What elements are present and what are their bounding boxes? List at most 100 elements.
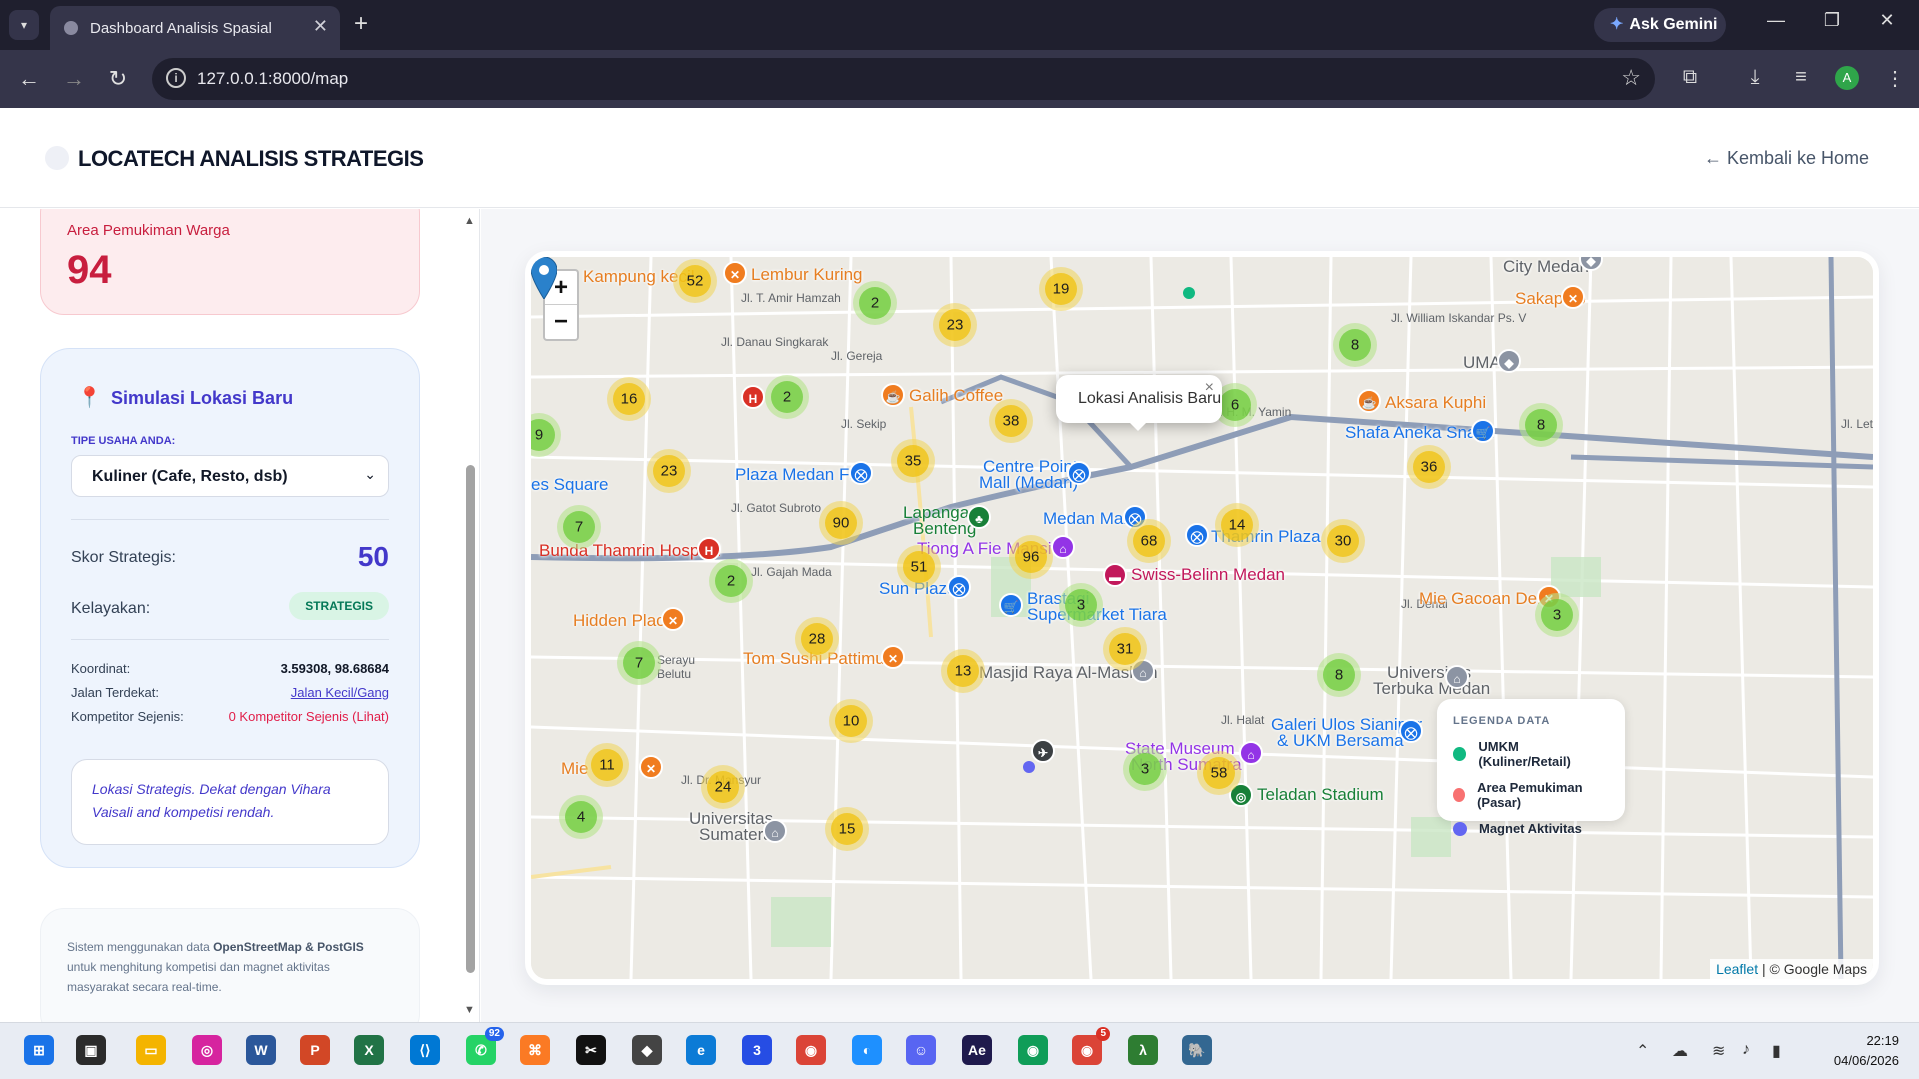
- mall-icon[interactable]: ⛒: [1067, 461, 1091, 485]
- cluster-marker[interactable]: 2: [709, 559, 753, 603]
- cluster-marker[interactable]: 3: [1535, 593, 1579, 637]
- css-icon[interactable]: 3: [742, 1035, 772, 1065]
- school-icon[interactable]: ⌂: [763, 819, 787, 843]
- shopping-cart-icon[interactable]: 🛒: [1471, 419, 1495, 443]
- cluster-marker[interactable]: 10: [829, 699, 873, 743]
- restaurant-icon[interactable]: ✕: [1561, 285, 1585, 309]
- discord-icon[interactable]: ☺: [906, 1035, 936, 1065]
- museum-icon[interactable]: ⌂: [1051, 535, 1075, 559]
- cluster-marker[interactable]: 4: [559, 795, 603, 839]
- edge-icon[interactable]: e: [686, 1035, 716, 1065]
- terminal-icon[interactable]: λ: [1128, 1035, 1158, 1065]
- cluster-marker[interactable]: 23: [647, 449, 691, 493]
- file-explorer-icon[interactable]: ▭: [136, 1035, 166, 1065]
- magnet-point[interactable]: [1023, 761, 1035, 773]
- postgres-icon[interactable]: 🐘: [1182, 1035, 1212, 1065]
- start-icon[interactable]: ⊞: [24, 1035, 54, 1065]
- competitor-value-link[interactable]: 0 Kompetitor Sejenis (Lihat): [229, 709, 389, 724]
- cluster-marker[interactable]: 7: [557, 505, 601, 549]
- cluster-marker[interactable]: 8: [1317, 653, 1361, 697]
- mall-icon[interactable]: ⛒: [1185, 523, 1209, 547]
- reload-icon[interactable]: ↻: [104, 66, 132, 92]
- cluster-marker[interactable]: 3: [1123, 747, 1167, 791]
- cluster-marker[interactable]: 30: [1321, 519, 1365, 563]
- hospital-icon[interactable]: H: [741, 385, 765, 409]
- chevron-up-icon[interactable]: ⌃: [1636, 1041, 1649, 1061]
- restaurant-icon[interactable]: ✕: [723, 261, 747, 285]
- mall-icon[interactable]: ⛒: [947, 575, 971, 599]
- sidebar[interactable]: Area Pemukiman Warga 94 📍 Simulasi Lokas…: [0, 209, 480, 1022]
- cluster-marker[interactable]: 7: [617, 641, 661, 685]
- cluster-marker[interactable]: 35: [891, 439, 935, 483]
- leaflet-link[interactable]: Leaflet: [1716, 961, 1758, 977]
- road-value-link[interactable]: Jalan Kecil/Gang: [291, 685, 389, 700]
- museum-icon[interactable]: ⌂: [1239, 741, 1263, 765]
- task-view-icon[interactable]: ▣: [76, 1035, 106, 1065]
- minimize-button[interactable]: —: [1756, 10, 1796, 31]
- park-icon[interactable]: ♣: [967, 505, 991, 529]
- chrome-profile-icon[interactable]: ◉: [1018, 1035, 1048, 1065]
- cluster-marker[interactable]: 31: [1103, 627, 1147, 671]
- word-icon[interactable]: W: [246, 1035, 276, 1065]
- zoom-out-button[interactable]: −: [545, 305, 577, 339]
- cluster-marker[interactable]: 24: [701, 765, 745, 809]
- xampp-icon[interactable]: ⌘: [520, 1035, 550, 1065]
- battery-icon[interactable]: ▮: [1772, 1041, 1781, 1061]
- cluster-marker[interactable]: 8: [1333, 323, 1377, 367]
- cluster-marker[interactable]: 52: [673, 259, 717, 303]
- bookmark-star-icon[interactable]: ☆: [1621, 65, 1641, 91]
- cluster-marker[interactable]: 2: [853, 281, 897, 325]
- cluster-marker[interactable]: 14: [1215, 503, 1259, 547]
- hospital-icon[interactable]: H: [697, 537, 721, 561]
- cafe-icon[interactable]: ☕: [881, 383, 905, 407]
- scroll-thumb[interactable]: [466, 465, 475, 973]
- forward-icon[interactable]: →: [60, 66, 88, 92]
- media-icon[interactable]: ≡: [1786, 66, 1816, 89]
- cafe-icon[interactable]: ☕: [1357, 389, 1381, 413]
- restaurant-icon[interactable]: ✕: [881, 645, 905, 669]
- site-info-icon[interactable]: i: [166, 68, 186, 88]
- cluster-marker[interactable]: 51: [897, 545, 941, 589]
- cluster-marker[interactable]: 90: [819, 501, 863, 545]
- airport-icon[interactable]: ✈: [1031, 739, 1055, 763]
- powerpoint-icon[interactable]: P: [300, 1035, 330, 1065]
- menu-icon[interactable]: ⋮: [1880, 66, 1910, 91]
- back-home-link[interactable]: ← Kembali ke Home: [1704, 148, 1869, 169]
- url-text[interactable]: 127.0.0.1:8000/map: [197, 69, 348, 89]
- chrome-icon[interactable]: ◉: [796, 1035, 826, 1065]
- new-tab-button[interactable]: +: [354, 10, 368, 38]
- cluster-marker[interactable]: 28: [795, 617, 839, 661]
- restaurant-icon[interactable]: ✕: [639, 755, 663, 779]
- mall-icon[interactable]: ⛒: [849, 461, 873, 485]
- excel-icon[interactable]: X: [354, 1035, 384, 1065]
- close-window-button[interactable]: ✕: [1867, 10, 1907, 31]
- ask-gemini-button[interactable]: ✦ Ask Gemini: [1594, 8, 1726, 42]
- cluster-marker[interactable]: 16: [607, 377, 651, 421]
- cluster-marker[interactable]: 3: [1059, 583, 1103, 627]
- wifi-icon[interactable]: ≋: [1712, 1041, 1725, 1061]
- vscode-icon[interactable]: ⟨⟩: [410, 1035, 440, 1065]
- cluster-marker[interactable]: 11: [585, 743, 629, 787]
- cluster-marker[interactable]: 19: [1039, 267, 1083, 311]
- cluster-marker[interactable]: 96: [1009, 535, 1053, 579]
- cluster-marker[interactable]: 8: [1519, 403, 1563, 447]
- cluster-marker[interactable]: 2: [765, 375, 809, 419]
- shopping-cart-icon[interactable]: 🛒: [999, 593, 1023, 617]
- capcut-icon[interactable]: ✂: [576, 1035, 606, 1065]
- cluster-marker[interactable]: 36: [1407, 445, 1451, 489]
- sidebar-scrollbar[interactable]: ▲ ▼: [460, 209, 479, 1022]
- cluster-marker[interactable]: 58: [1197, 751, 1241, 795]
- tab-dashboard[interactable]: Dashboard Analisis Spasial ✕: [50, 6, 340, 50]
- unity-icon[interactable]: ◆: [632, 1035, 662, 1065]
- umkm-point[interactable]: [1183, 287, 1195, 299]
- after-effects-icon[interactable]: Ae: [962, 1035, 992, 1065]
- restore-button[interactable]: ❐: [1812, 10, 1852, 31]
- location-marker-icon[interactable]: [531, 257, 557, 299]
- popup-close-icon[interactable]: ×: [1205, 379, 1214, 397]
- hotel-icon[interactable]: ▬: [1103, 563, 1127, 587]
- scroll-down-icon[interactable]: ▼: [464, 1004, 475, 1016]
- extensions-icon[interactable]: ⧉: [1675, 66, 1705, 89]
- cloud-icon[interactable]: ☁: [1672, 1041, 1688, 1061]
- cluster-marker[interactable]: 68: [1127, 519, 1171, 563]
- url-bar[interactable]: i 127.0.0.1:8000/map ☆: [152, 58, 1655, 100]
